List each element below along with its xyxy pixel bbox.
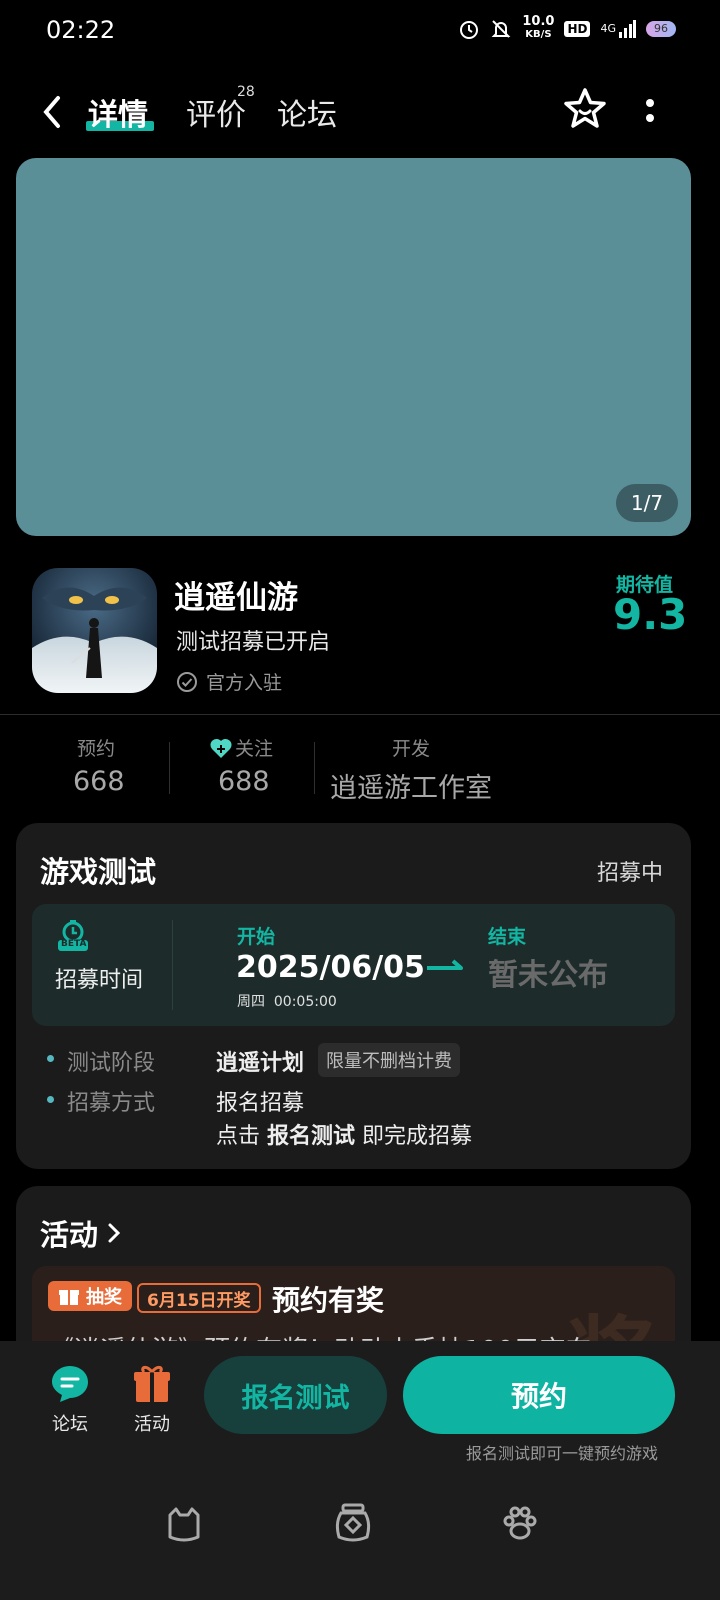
recruit-separator (172, 920, 173, 1010)
star-icon (564, 88, 606, 128)
stage-value: 逍遥计划 (216, 1051, 305, 1076)
chevron-right-icon (108, 1223, 121, 1243)
draw-date-tag: 6月15日开奖 (137, 1283, 261, 1313)
activity-label[interactable]: 活动 (134, 1410, 170, 1436)
paw-icon (503, 1506, 537, 1540)
favorite-star-button[interactable] (562, 86, 608, 132)
signup-test-button[interactable]: 报名测试 (204, 1356, 387, 1434)
forum-label[interactable]: 论坛 (52, 1410, 88, 1436)
official-badge: 官方入驻 (176, 668, 282, 695)
activity-item-title: 预约有奖 (272, 1284, 385, 1317)
beta-label: BETA (61, 939, 87, 949)
status-icons: 10.0 KB/S HD 4G 96 (458, 14, 676, 41)
stat-follow-label: 关注 (209, 734, 273, 761)
hero-media[interactable] (16, 158, 691, 536)
net-speed: 10.0 KB/S (522, 14, 555, 40)
stat-reserve-value: 668 (73, 766, 125, 797)
tab-details[interactable]: 详情 (88, 90, 148, 134)
bell-muted-icon (490, 18, 512, 40)
lottery-badge: 抽奖 (48, 1281, 132, 1311)
method-desc: 点击 报名测试 即完成招募 (216, 1124, 473, 1149)
end-value: 暂未公布 (488, 958, 608, 993)
app-icon (32, 568, 157, 693)
start-date: 2025/06/05 (236, 950, 425, 985)
stat-reserve-label: 预约 (77, 738, 116, 760)
gift-icon (59, 1290, 79, 1305)
more-menu-button[interactable] (640, 92, 660, 132)
stat-separator (314, 742, 315, 794)
nav-home-button[interactable] (164, 1503, 204, 1547)
book-hint: 报名测试即可一键预约游戏 (466, 1444, 659, 1463)
status-time: 02:22 (46, 16, 116, 44)
method-value: 报名招募 (216, 1091, 305, 1116)
stat-dev-label: 开发 (392, 738, 431, 760)
bullet (47, 1055, 54, 1062)
expectation-score: 9.3 (613, 590, 688, 639)
hd-icon: HD (564, 20, 591, 37)
jar-icon (335, 1503, 371, 1542)
activity-header[interactable]: 活动 (40, 1212, 122, 1254)
end-label: 结束 (488, 926, 527, 948)
cat-head-icon (168, 1507, 200, 1542)
chevron-left-icon (43, 96, 60, 128)
arrow-icon (425, 956, 465, 984)
activity-title: 活动 (40, 1218, 99, 1252)
more-vertical-icon (646, 99, 654, 122)
app-subtitle: 测试招募已开启 (176, 630, 331, 655)
alarm-icon (458, 18, 480, 40)
gift-icon (134, 1365, 170, 1402)
app-name: 逍遥仙游 (174, 580, 298, 616)
start-label: 开始 (237, 926, 276, 948)
stat-dev-value[interactable]: 逍遥游工作室 (330, 766, 492, 805)
recruit-time-label: 招募时间 (55, 968, 144, 993)
signal-icon: 4G (600, 19, 636, 39)
official-label: 官方入驻 (206, 672, 283, 694)
book-button[interactable]: 预约 (403, 1356, 675, 1434)
media-counter: 1/7 (616, 484, 678, 522)
tab-forum[interactable]: 论坛 (277, 90, 337, 134)
check-circle-icon (177, 671, 197, 692)
nav-back-button[interactable] (500, 1503, 540, 1547)
bullet (47, 1096, 54, 1103)
battery-icon: 96 (646, 20, 676, 37)
divider (0, 714, 720, 715)
stat-follow-value: 688 (218, 766, 270, 797)
forum-button[interactable] (48, 1362, 92, 1410)
heart-plus-icon (210, 738, 232, 758)
stage-label: 测试阶段 (67, 1051, 156, 1076)
stat-separator (169, 742, 170, 794)
game-test-title: 游戏测试 (40, 855, 157, 889)
reviews-count-badge: 28 (237, 84, 255, 100)
back-button[interactable] (38, 92, 68, 132)
status-bar: 02:22 10.0 KB/S HD 4G 96 (0, 0, 720, 64)
chat-bubble-icon (52, 1366, 88, 1402)
activity-button[interactable] (130, 1362, 174, 1410)
beta-clock-icon (56, 918, 90, 956)
nav-recent-button[interactable] (331, 1501, 375, 1549)
stage-tag: 限量不删档计费 (318, 1043, 460, 1077)
recruit-status: 招募中 (597, 861, 664, 886)
method-label: 招募方式 (67, 1091, 156, 1116)
start-time: 周四 00:05:00 (237, 994, 337, 1010)
